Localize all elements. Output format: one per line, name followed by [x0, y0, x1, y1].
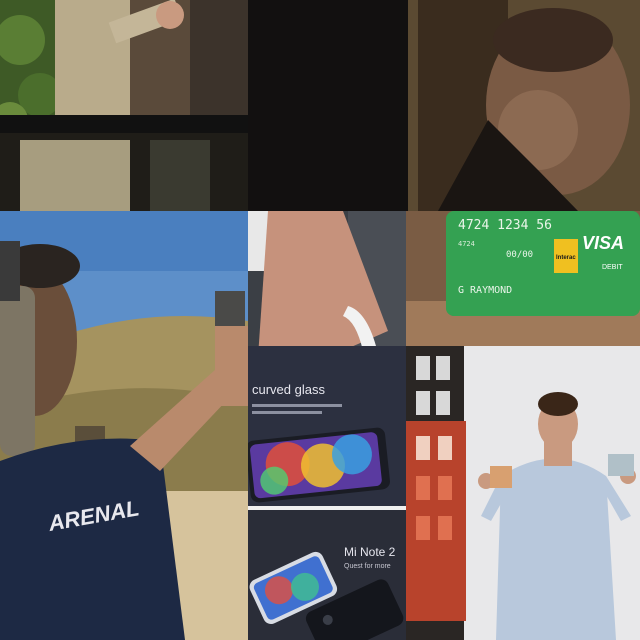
debit-card-photo: 4724 1234 56 4724 00/00 G RAYMOND Intera…: [406, 211, 640, 346]
ad-model-name: Mi Note 2: [344, 545, 396, 559]
card-expiry: 00/00: [506, 250, 533, 260]
movie-still-photo: [248, 0, 640, 211]
card-type-label: DEBIT: [602, 264, 623, 271]
card-number: 4724 1234 56: [458, 218, 552, 233]
image-collage: ARENAL 4724 1234 56 4724 00/00 G RAYMOND…: [0, 0, 640, 640]
phone-ad-image: curved glass Mi Note 2 Quest for more: [248, 346, 406, 640]
card-small-number: 4724: [458, 240, 475, 248]
banknote-right: [608, 454, 634, 476]
visa-logo: VISA: [582, 233, 624, 253]
interac-logo-text: Interac: [556, 255, 576, 261]
man-holding-banknotes-photo: [406, 346, 640, 640]
ad-tagline: Quest for more: [344, 563, 391, 570]
wrist-bracelet-photo: [248, 211, 406, 357]
forest-scene-photo: [0, 0, 248, 211]
banknote-left: [490, 466, 512, 488]
shooting-range-photo: ARENAL: [0, 211, 248, 640]
card-holder-name: G RAYMOND: [458, 285, 512, 296]
ad-headline: curved glass: [252, 382, 325, 397]
